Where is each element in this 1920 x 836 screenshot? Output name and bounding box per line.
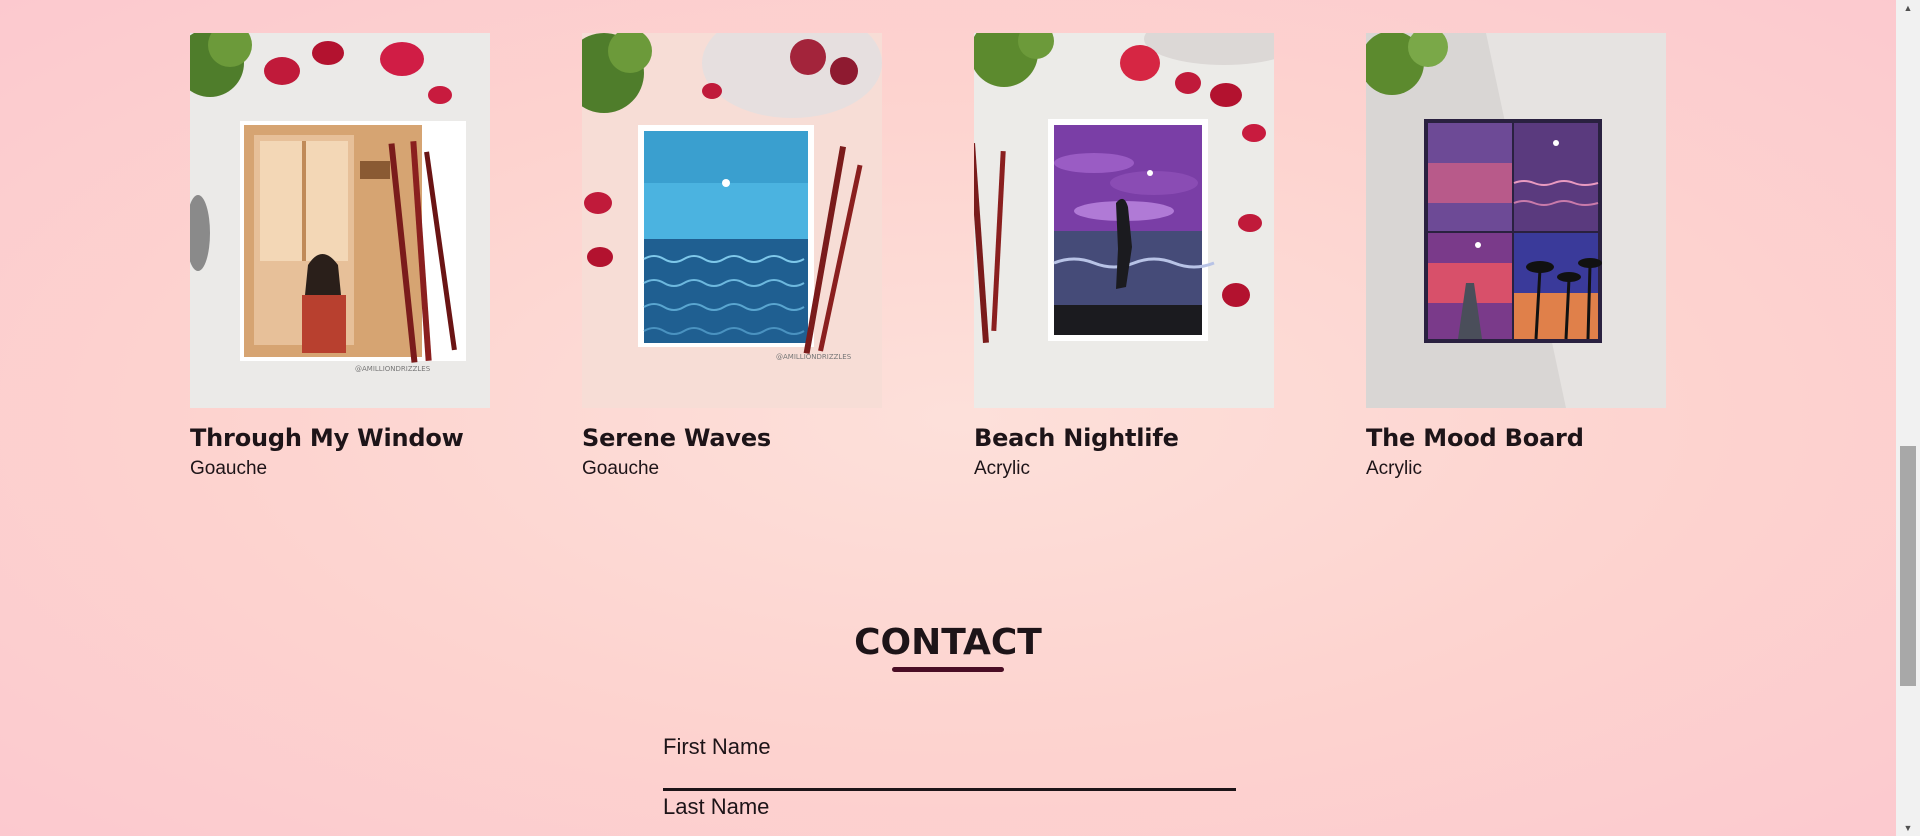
artwork-title: Through My Window — [190, 424, 464, 452]
artwork-title: The Mood Board — [1366, 424, 1584, 452]
first-name-input[interactable] — [663, 760, 1236, 791]
artwork-title: Serene Waves — [582, 424, 772, 452]
artwork-image-serene-waves[interactable]: @AMILLIONDRIZZLES — [582, 33, 882, 408]
artwork-medium: Acrylic — [1366, 458, 1422, 479]
artwork-card[interactable]: Beach Nightlife Acrylic — [974, 33, 1274, 480]
watermark-text: @AMILLIONDRIZZLES — [355, 365, 431, 373]
artwork-gallery: @AMILLIONDRIZZLES Through My Window Goau… — [190, 33, 1666, 480]
artwork-medium: Goauche — [582, 458, 660, 479]
artwork-image-through-my-window[interactable]: @AMILLIONDRIZZLES — [190, 33, 490, 408]
artwork-card[interactable]: The Mood Board Acrylic — [1366, 33, 1666, 480]
first-name-field: First Name — [663, 734, 1236, 791]
watermark-text: @AMILLIONDRIZZLES — [776, 353, 852, 361]
last-name-field: Last Name — [663, 794, 1232, 820]
first-name-label: First Name — [663, 734, 771, 759]
artwork-card[interactable]: @AMILLIONDRIZZLES Serene Waves Goauche — [582, 33, 882, 480]
contact-heading-underline — [892, 667, 1004, 672]
artwork-medium: Goauche — [190, 458, 268, 479]
artwork-image-beach-nightlife[interactable] — [974, 33, 1274, 408]
artwork-card[interactable]: @AMILLIONDRIZZLES Through My Window Goau… — [190, 33, 490, 480]
artwork-medium: Acrylic — [974, 458, 1030, 479]
last-name-label: Last Name — [663, 794, 770, 819]
scroll-up-arrow-icon[interactable]: ▲ — [1896, 0, 1920, 16]
artwork-image-the-mood-board[interactable] — [1366, 33, 1666, 408]
vertical-scrollbar[interactable]: ▲ ▼ — [1896, 0, 1920, 836]
scroll-down-arrow-icon[interactable]: ▼ — [1896, 820, 1920, 836]
page-viewport: @AMILLIONDRIZZLES Through My Window Goau… — [0, 0, 1896, 836]
scrollbar-thumb[interactable] — [1900, 446, 1916, 686]
contact-heading: CONTACT — [854, 622, 1042, 663]
artwork-title: Beach Nightlife — [974, 424, 1179, 452]
